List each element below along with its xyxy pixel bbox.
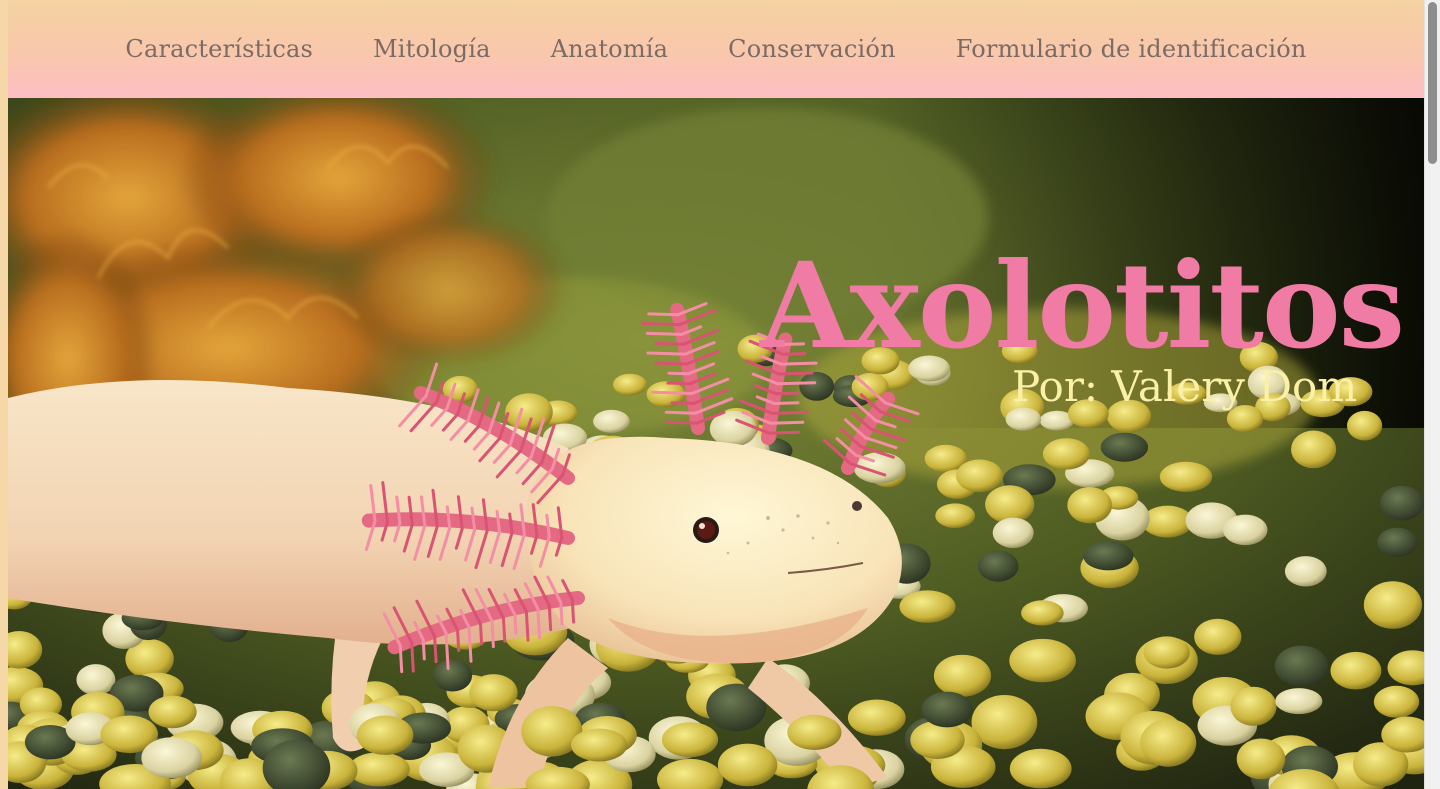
gill-filament <box>570 598 576 624</box>
pebble <box>141 737 202 779</box>
gill-filament <box>651 390 694 395</box>
pebble <box>847 699 906 736</box>
pebble <box>76 664 116 696</box>
pebble <box>1194 618 1242 655</box>
gill-filament <box>559 601 564 626</box>
gill-filament <box>772 401 800 405</box>
gill-filament <box>776 381 817 386</box>
top-navigation-bar: Características Mitología Anatomía Conse… <box>8 0 1424 98</box>
gill-filament <box>398 644 404 674</box>
site-title: Axolotitos <box>760 236 1405 376</box>
gill-filament <box>433 634 438 664</box>
gill-filament <box>664 420 699 425</box>
page: Características Mitología Anatomía Conse… <box>8 0 1424 789</box>
pebble <box>356 715 414 755</box>
pebble <box>977 550 1019 582</box>
gill-filament <box>654 342 685 346</box>
gill-filament <box>547 604 553 632</box>
pebble <box>933 654 992 697</box>
gill-filament <box>667 371 690 376</box>
pebble <box>1159 461 1213 492</box>
pebble <box>1363 581 1422 629</box>
pebble <box>1373 685 1420 718</box>
author-byline: Por: Valery Dom <box>1012 362 1358 411</box>
pebble <box>717 743 778 787</box>
gill-filament <box>490 619 495 649</box>
pebble <box>1143 636 1190 669</box>
pebble <box>1284 556 1327 587</box>
gill-filament <box>769 420 805 425</box>
pebble <box>1236 738 1286 780</box>
nav-link-anatomia[interactable]: Anatomía <box>551 35 669 63</box>
pebble <box>1140 719 1197 767</box>
gill-filament <box>467 625 473 663</box>
pebble <box>1005 407 1042 431</box>
nav-link-formulario[interactable]: Formulario de identificación <box>956 35 1307 63</box>
pebble <box>433 659 473 692</box>
gill-filament <box>647 312 680 317</box>
pebble <box>1021 600 1064 626</box>
pebble <box>899 590 956 623</box>
nav-link-mitologia[interactable]: Mitología <box>373 35 491 63</box>
gill-filament <box>456 628 461 652</box>
pebble <box>1291 430 1337 469</box>
pebble <box>1042 438 1090 470</box>
gill-filament <box>666 381 692 386</box>
gill-filament <box>536 607 541 640</box>
pebble <box>799 372 835 401</box>
pebble <box>935 503 976 528</box>
gill-filament <box>479 622 484 645</box>
pebble <box>1083 541 1134 571</box>
pebble <box>1009 748 1072 789</box>
pebble <box>1330 651 1382 690</box>
pebble <box>1377 527 1418 557</box>
pebble <box>661 722 719 758</box>
gill-filament <box>641 322 682 327</box>
pebble <box>1142 505 1193 538</box>
nav-link-caracteristicas[interactable]: Características <box>125 35 313 63</box>
pebble <box>1009 638 1076 683</box>
gill-filament <box>646 331 683 336</box>
pebble <box>956 459 1003 493</box>
pebble <box>1067 487 1113 524</box>
pebble <box>593 409 630 433</box>
pebble <box>1274 645 1329 687</box>
gill-filament <box>501 616 507 643</box>
gill-filament <box>654 361 689 366</box>
pebble <box>1380 485 1424 521</box>
pebble <box>910 720 965 760</box>
gill-filament <box>513 613 518 635</box>
gill-filament <box>444 631 450 670</box>
pebble <box>787 714 842 751</box>
gill-filament <box>410 641 415 673</box>
pebble <box>1223 514 1268 546</box>
pebble <box>1230 686 1277 726</box>
gill-filament <box>770 410 809 415</box>
pebble <box>985 485 1035 524</box>
hero-section: Axolotitos Por: Valery Dom <box>8 98 1424 789</box>
pebble <box>1275 688 1323 715</box>
pebble <box>613 373 647 396</box>
vertical-scrollbar[interactable] <box>1424 0 1440 789</box>
pebble <box>469 674 518 712</box>
pebble <box>1347 410 1383 441</box>
pebble <box>1100 432 1149 462</box>
scrollbar-thumb[interactable] <box>1428 2 1437 164</box>
gill-filament <box>670 401 696 405</box>
pebble <box>992 517 1034 548</box>
gill-filament <box>664 410 697 415</box>
gill-filament <box>524 610 530 642</box>
pebble <box>921 691 973 728</box>
pebble <box>571 728 628 762</box>
pebble <box>148 695 197 729</box>
gill-filament <box>774 391 799 396</box>
axolotl-photo <box>8 98 1424 789</box>
gill-filament <box>421 638 426 661</box>
nav-link-conservacion[interactable]: Conservación <box>728 35 896 63</box>
gill-filament <box>767 430 801 435</box>
pebble <box>348 752 410 787</box>
gill-filament <box>646 351 687 356</box>
